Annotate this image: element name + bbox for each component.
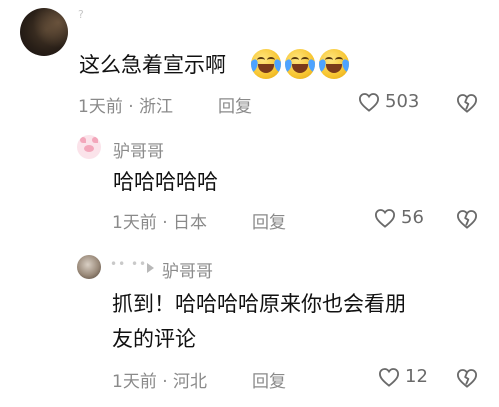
laugh-cry-emoji-icon: [251, 49, 281, 79]
user-avatar[interactable]: [20, 8, 68, 56]
reply-arrow-icon: [147, 263, 154, 273]
reply-text-line-2: 友的评论: [112, 327, 196, 351]
comment-meta: 1天前 · 浙江: [78, 92, 173, 117]
reply-button[interactable]: 回复: [252, 208, 286, 233]
like-count: 12: [405, 366, 428, 387]
username-hint: ?: [78, 8, 84, 21]
emoji-group: [251, 49, 349, 79]
meta-separator: ·: [128, 97, 134, 117]
reply-text: 哈哈哈哈哈: [113, 170, 218, 194]
like-button[interactable]: 503: [358, 91, 419, 112]
dislike-button[interactable]: [456, 368, 478, 388]
meta-separator: ·: [162, 213, 168, 233]
like-count: 503: [385, 91, 420, 112]
reply-time: 1天前: [112, 372, 157, 392]
like-count: 56: [401, 207, 424, 228]
reply-avatar[interactable]: [77, 135, 101, 159]
broken-heart-icon: [456, 368, 478, 388]
like-button[interactable]: 12: [378, 366, 428, 387]
comment-text: 这么急着宣示啊: [79, 53, 226, 77]
heart-icon: [374, 208, 396, 228]
blurred-username[interactable]: •• ••: [110, 257, 147, 271]
laugh-cry-emoji-icon: [285, 49, 315, 79]
reply-to-username[interactable]: 驴哥哥: [162, 257, 213, 282]
comment-time: 1天前: [78, 97, 123, 117]
reply-location: 河北: [173, 372, 208, 392]
reply-time: 1天前: [112, 213, 157, 233]
laugh-cry-emoji-icon: [319, 49, 349, 79]
meta-separator: ·: [162, 372, 168, 392]
broken-heart-icon: [456, 209, 478, 229]
reply-button[interactable]: 回复: [218, 92, 252, 117]
reply-meta: 1天前 · 日本: [112, 208, 207, 233]
dislike-button[interactable]: [456, 209, 478, 229]
reply-avatar[interactable]: [77, 255, 101, 279]
heart-icon: [358, 92, 380, 112]
comment-location: 浙江: [139, 97, 174, 117]
reply-meta: 1天前 · 河北: [112, 367, 207, 392]
reply-text-line-1: 抓到！哈哈哈哈原来你也会看朋: [112, 292, 406, 316]
reply-button[interactable]: 回复: [252, 367, 286, 392]
avatar-image: [20, 8, 68, 56]
reply-location: 日本: [173, 213, 208, 233]
heart-icon: [378, 367, 400, 387]
dislike-button[interactable]: [456, 93, 478, 113]
broken-heart-icon: [456, 93, 478, 113]
like-button[interactable]: 56: [374, 207, 424, 228]
reply-username[interactable]: 驴哥哥: [113, 137, 164, 162]
